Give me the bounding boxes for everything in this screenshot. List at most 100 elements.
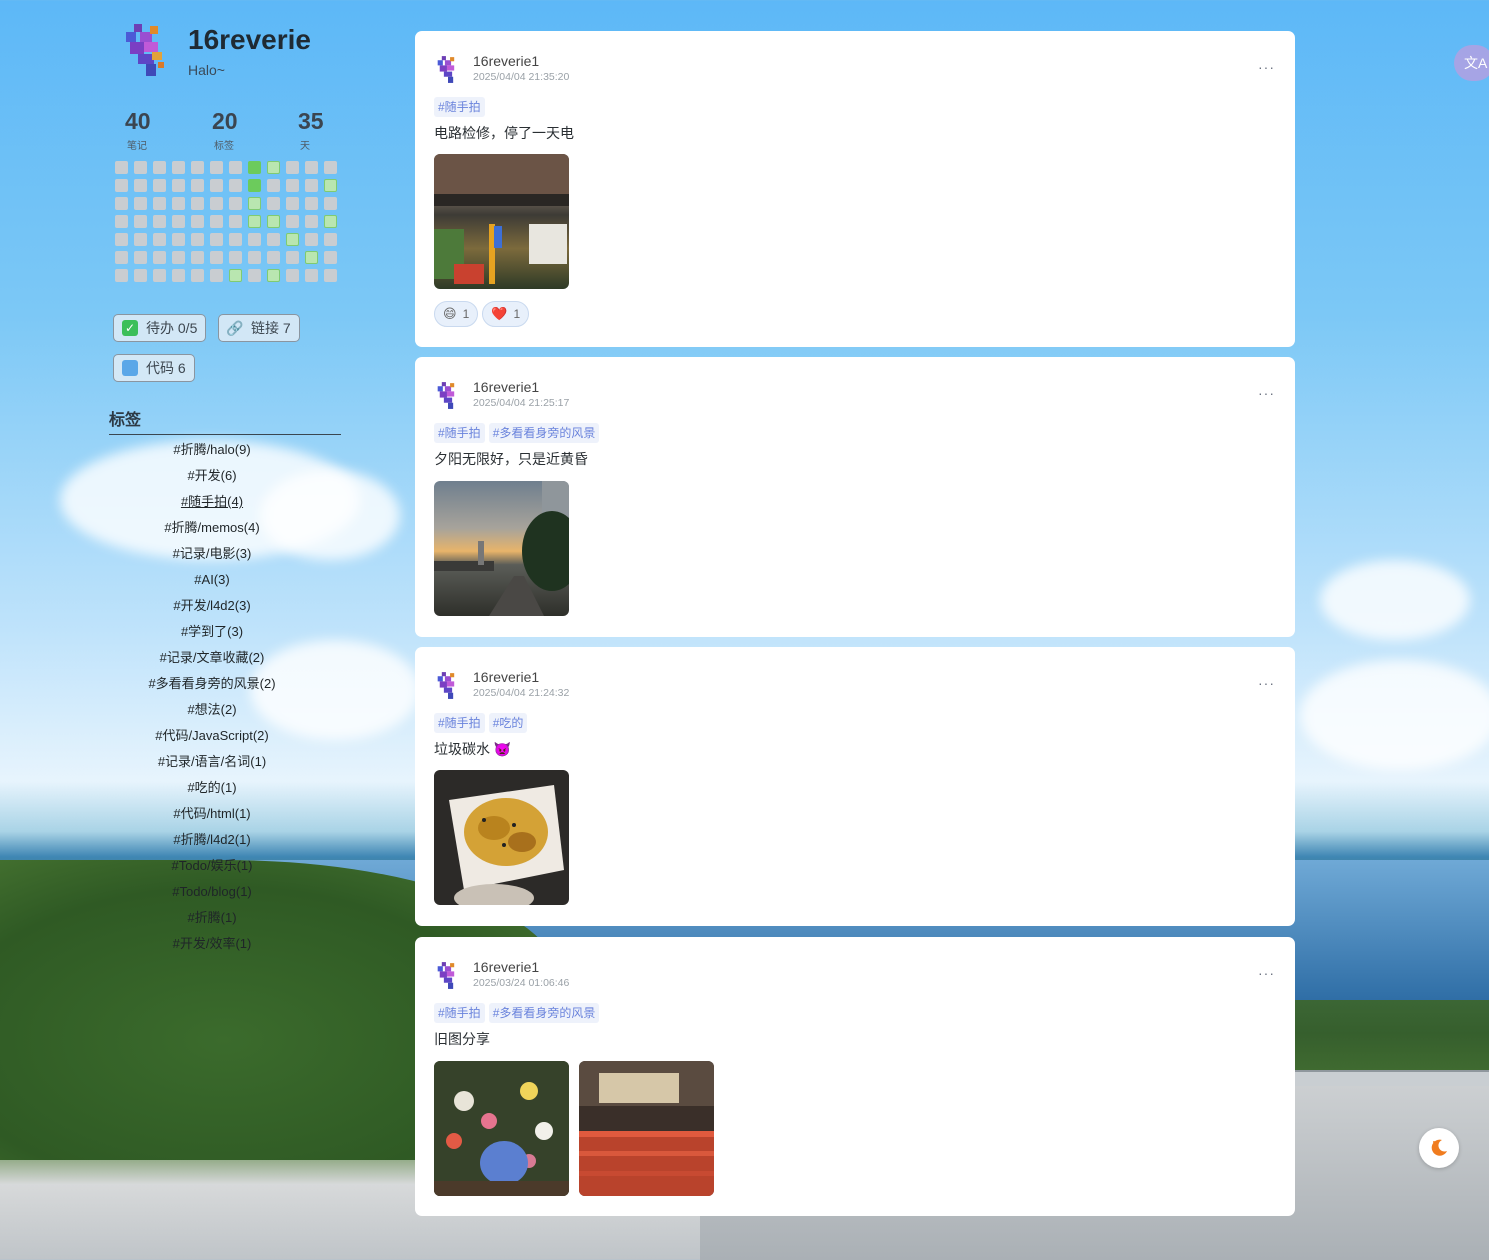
heatmap-cell[interactable]	[153, 215, 166, 228]
author-avatar[interactable]	[434, 959, 462, 991]
more-options-icon[interactable]: ···	[1258, 59, 1275, 75]
heatmap-cell[interactable]	[324, 179, 337, 192]
tag-link[interactable]: #记录/文章收藏(2)	[108, 648, 316, 674]
heatmap-cell[interactable]	[324, 215, 337, 228]
heatmap-cell[interactable]	[134, 197, 147, 210]
dark-mode-toggle[interactable]	[1419, 1128, 1459, 1168]
post-tag[interactable]: #多看看身旁的风景	[488, 423, 600, 443]
heatmap-cell[interactable]	[115, 233, 128, 246]
tag-link[interactable]: #Todo/blog(1)	[108, 882, 316, 908]
heatmap-cell[interactable]	[210, 215, 223, 228]
heatmap-cell[interactable]	[229, 269, 242, 282]
heatmap-cell[interactable]	[267, 197, 280, 210]
heatmap-cell[interactable]	[210, 251, 223, 264]
heatmap-cell[interactable]	[172, 179, 185, 192]
heatmap-cell[interactable]	[324, 251, 337, 264]
post-tag[interactable]: #随手拍	[434, 713, 485, 733]
heatmap-cell[interactable]	[248, 215, 261, 228]
heatmap-cell[interactable]	[286, 251, 299, 264]
heatmap-cell[interactable]	[229, 161, 242, 174]
heatmap-cell[interactable]	[267, 179, 280, 192]
heatmap-cell[interactable]	[191, 179, 204, 192]
heatmap-cell[interactable]	[286, 269, 299, 282]
heatmap-cell[interactable]	[115, 215, 128, 228]
heatmap-cell[interactable]	[172, 251, 185, 264]
heatmap-cell[interactable]	[286, 215, 299, 228]
heatmap-cell[interactable]	[191, 233, 204, 246]
post-tag[interactable]: #吃的	[488, 713, 528, 733]
todo-button[interactable]: ✓ 待办 0/5	[113, 314, 207, 342]
tag-link[interactable]: #开发/l4d2(3)	[108, 596, 316, 622]
heatmap-cell[interactable]	[134, 179, 147, 192]
heatmap-cell[interactable]	[248, 251, 261, 264]
tag-link[interactable]: #折腾/l4d2(1)	[108, 830, 316, 856]
heatmap-cell[interactable]	[305, 161, 318, 174]
heatmap-cell[interactable]	[286, 233, 299, 246]
tag-link[interactable]: #随手拍(4)	[108, 492, 316, 518]
heatmap-cell[interactable]	[305, 215, 318, 228]
tag-link[interactable]: #记录/电影(3)	[108, 544, 316, 570]
heatmap-cell[interactable]	[172, 161, 185, 174]
heatmap-cell[interactable]	[248, 269, 261, 282]
heatmap-cell[interactable]	[229, 215, 242, 228]
heatmap-cell[interactable]	[115, 269, 128, 282]
heatmap-cell[interactable]	[267, 251, 280, 264]
heatmap-cell[interactable]	[115, 197, 128, 210]
code-button[interactable]: 代码 6	[113, 354, 195, 382]
heatmap-cell[interactable]	[229, 251, 242, 264]
heatmap-cell[interactable]	[172, 215, 185, 228]
heatmap-cell[interactable]	[172, 233, 185, 246]
heatmap-cell[interactable]	[305, 251, 318, 264]
heatmap-cell[interactable]	[191, 269, 204, 282]
sunset-photo[interactable]	[434, 481, 569, 616]
heatmap-cell[interactable]	[115, 161, 128, 174]
heatmap-cell[interactable]	[191, 215, 204, 228]
author-name[interactable]: 16reverie1	[473, 53, 569, 69]
heatmap-cell[interactable]	[153, 269, 166, 282]
heatmap-cell[interactable]	[229, 179, 242, 192]
heatmap-cell[interactable]	[191, 251, 204, 264]
avatar[interactable]	[120, 18, 172, 80]
heatmap-cell[interactable]	[305, 233, 318, 246]
heatmap-cell[interactable]	[305, 197, 318, 210]
more-options-icon[interactable]: ···	[1258, 675, 1275, 691]
heatmap-cell[interactable]	[134, 269, 147, 282]
links-button[interactable]: 🔗 链接 7	[218, 314, 300, 342]
heatmap-cell[interactable]	[134, 215, 147, 228]
heatmap-cell[interactable]	[267, 233, 280, 246]
heatmap-cell[interactable]	[210, 233, 223, 246]
heatmap-cell[interactable]	[324, 269, 337, 282]
translate-button[interactable]: 文A	[1454, 45, 1489, 81]
tag-link[interactable]: #开发(6)	[108, 466, 316, 492]
heatmap-cell[interactable]	[210, 161, 223, 174]
heatmap-cell[interactable]	[210, 179, 223, 192]
heatmap-cell[interactable]	[286, 179, 299, 192]
heatmap-cell[interactable]	[134, 251, 147, 264]
heatmap-cell[interactable]	[324, 233, 337, 246]
tag-link[interactable]: #折腾/memos(4)	[108, 518, 316, 544]
post-tag[interactable]: #随手拍	[434, 97, 485, 117]
tag-link[interactable]: #代码/html(1)	[108, 804, 316, 830]
flowers-photo[interactable]	[434, 1061, 569, 1196]
author-name[interactable]: 16reverie1	[473, 379, 569, 395]
tag-link[interactable]: #想法(2)	[108, 700, 316, 726]
tag-link[interactable]: #吃的(1)	[108, 778, 316, 804]
heatmap-cell[interactable]	[191, 161, 204, 174]
heatmap-cell[interactable]	[286, 197, 299, 210]
heatmap-cell[interactable]	[324, 197, 337, 210]
heatmap-cell[interactable]	[115, 251, 128, 264]
tag-link[interactable]: #AI(3)	[108, 570, 316, 596]
heatmap-cell[interactable]	[267, 161, 280, 174]
heatmap-cell[interactable]	[210, 197, 223, 210]
post-tag[interactable]: #多看看身旁的风景	[488, 1003, 600, 1023]
heatmap-cell[interactable]	[248, 161, 261, 174]
heatmap-cell[interactable]	[229, 197, 242, 210]
heatmap-cell[interactable]	[153, 197, 166, 210]
author-name[interactable]: 16reverie1	[473, 959, 569, 975]
author-avatar[interactable]	[434, 53, 462, 85]
more-options-icon[interactable]: ···	[1258, 965, 1275, 981]
heatmap-cell[interactable]	[134, 161, 147, 174]
heatmap-cell[interactable]	[115, 179, 128, 192]
heatmap-cell[interactable]	[267, 269, 280, 282]
heatmap-cell[interactable]	[324, 161, 337, 174]
